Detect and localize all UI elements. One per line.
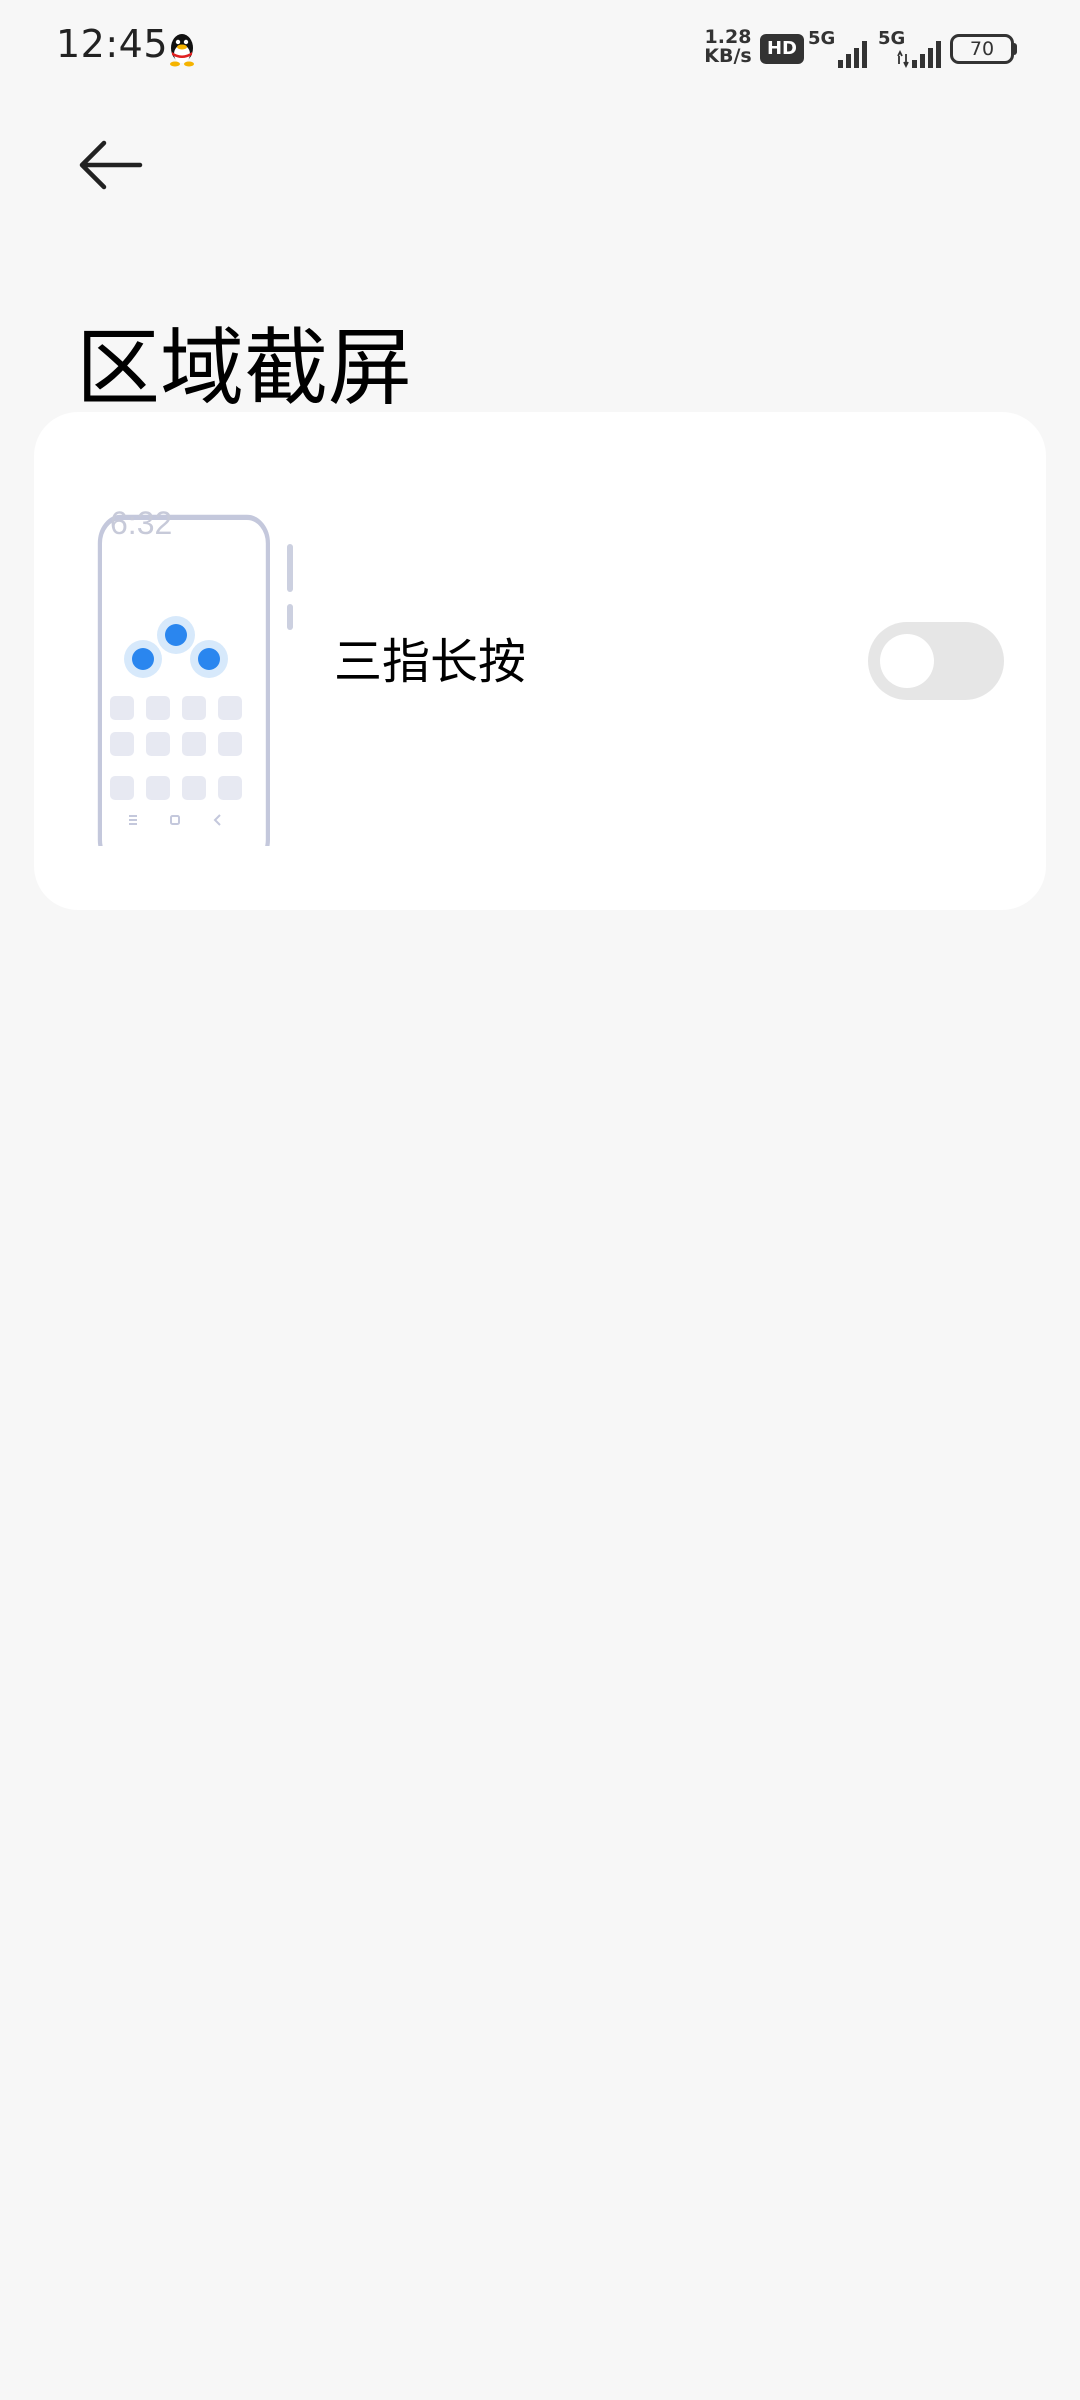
signal-bars-icon	[897, 41, 941, 68]
three-finger-long-press-label: 三指长按	[334, 634, 527, 690]
network-speed-unit: KB/s	[704, 45, 752, 67]
qq-icon	[170, 34, 194, 67]
status-bar: 12:45 1.28 KB/s HD 5G 5G 70	[0, 0, 1080, 100]
setting-card: 6:32 三指长按	[34, 412, 1046, 910]
touch-point	[132, 648, 154, 670]
three-finger-long-press-toggle[interactable]	[868, 622, 1004, 700]
phone-illustration-time: 6:32	[110, 505, 172, 541]
battery-icon: 70	[950, 34, 1014, 64]
back-arrow-icon[interactable]	[70, 130, 150, 200]
signal-bars-icon	[838, 41, 867, 68]
page-title: 区域截屏	[76, 319, 413, 418]
battery-tip	[1012, 43, 1017, 55]
touch-point	[198, 648, 220, 670]
network-speed: 1.28 KB/s	[700, 28, 756, 66]
phone-side-button	[287, 544, 293, 592]
screen: 12:45 1.28 KB/s HD 5G 5G 70 区域截屏 6:32 三指…	[0, 0, 1080, 2400]
hd-badge: HD	[760, 34, 804, 64]
phone-side-button	[287, 604, 293, 630]
toggle-knob	[880, 634, 934, 688]
phone-gesture-illustration: 6:32	[97, 505, 293, 846]
status-time: 12:45	[56, 22, 169, 66]
touch-point	[165, 624, 187, 646]
